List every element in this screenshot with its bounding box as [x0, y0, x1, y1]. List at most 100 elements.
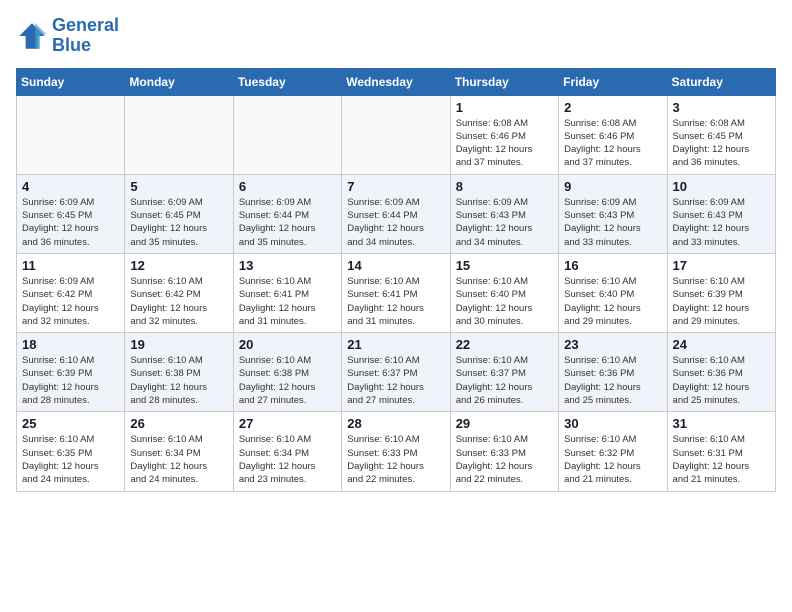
day-number: 16 [564, 258, 661, 273]
day-info: Sunrise: 6:10 AM Sunset: 6:38 PM Dayligh… [239, 354, 336, 407]
day-number: 29 [456, 416, 553, 431]
day-number: 3 [673, 100, 770, 115]
calendar-table: SundayMondayTuesdayWednesdayThursdayFrid… [16, 68, 776, 492]
day-info: Sunrise: 6:10 AM Sunset: 6:31 PM Dayligh… [673, 433, 770, 486]
calendar-cell: 25 Sunrise: 6:10 AM Sunset: 6:35 PM Dayli… [17, 412, 125, 491]
calendar-cell: 4 Sunrise: 6:09 AM Sunset: 6:45 PM Daylig… [17, 174, 125, 253]
calendar-cell: 6 Sunrise: 6:09 AM Sunset: 6:44 PM Daylig… [233, 174, 341, 253]
day-info: Sunrise: 6:08 AM Sunset: 6:46 PM Dayligh… [456, 117, 553, 170]
day-info: Sunrise: 6:10 AM Sunset: 6:41 PM Dayligh… [239, 275, 336, 328]
day-number: 8 [456, 179, 553, 194]
logo-text-general: General [52, 16, 119, 36]
calendar-cell: 19 Sunrise: 6:10 AM Sunset: 6:38 PM Dayli… [125, 333, 233, 412]
day-number: 21 [347, 337, 444, 352]
day-number: 23 [564, 337, 661, 352]
day-number: 30 [564, 416, 661, 431]
day-number: 15 [456, 258, 553, 273]
day-info: Sunrise: 6:10 AM Sunset: 6:36 PM Dayligh… [564, 354, 661, 407]
calendar-cell: 27 Sunrise: 6:10 AM Sunset: 6:34 PM Dayli… [233, 412, 341, 491]
day-number: 31 [673, 416, 770, 431]
day-number: 13 [239, 258, 336, 273]
day-info: Sunrise: 6:08 AM Sunset: 6:45 PM Dayligh… [673, 117, 770, 170]
calendar-cell: 7 Sunrise: 6:09 AM Sunset: 6:44 PM Daylig… [342, 174, 450, 253]
weekday-tuesday: Tuesday [233, 68, 341, 95]
calendar-week-4: 18 Sunrise: 6:10 AM Sunset: 6:39 PM Dayli… [17, 333, 776, 412]
day-number: 19 [130, 337, 227, 352]
day-info: Sunrise: 6:10 AM Sunset: 6:35 PM Dayligh… [22, 433, 119, 486]
day-number: 1 [456, 100, 553, 115]
calendar-cell: 14Sunrise: 6:10 AM Sunset: 6:41 PM Dayli… [342, 253, 450, 332]
day-number: 22 [456, 337, 553, 352]
day-number: 26 [130, 416, 227, 431]
day-info: Sunrise: 6:09 AM Sunset: 6:44 PM Dayligh… [347, 196, 444, 249]
calendar-cell: 8 Sunrise: 6:09 AM Sunset: 6:43 PM Daylig… [450, 174, 558, 253]
calendar-cell [125, 95, 233, 174]
calendar-cell: 3 Sunrise: 6:08 AM Sunset: 6:45 PM Daylig… [667, 95, 775, 174]
day-info: Sunrise: 6:08 AM Sunset: 6:46 PM Dayligh… [564, 117, 661, 170]
day-info: Sunrise: 6:10 AM Sunset: 6:32 PM Dayligh… [564, 433, 661, 486]
calendar-cell: 16 Sunrise: 6:10 AM Sunset: 6:40 PM Dayli… [559, 253, 667, 332]
day-number: 27 [239, 416, 336, 431]
day-info: Sunrise: 6:10 AM Sunset: 6:37 PM Dayligh… [347, 354, 444, 407]
calendar-cell [17, 95, 125, 174]
day-info: Sunrise: 6:09 AM Sunset: 6:45 PM Dayligh… [22, 196, 119, 249]
day-number: 11 [22, 258, 119, 273]
day-number: 18 [22, 337, 119, 352]
day-info: Sunrise: 6:10 AM Sunset: 6:37 PM Dayligh… [456, 354, 553, 407]
day-info: Sunrise: 6:10 AM Sunset: 6:33 PM Dayligh… [456, 433, 553, 486]
calendar-cell [233, 95, 341, 174]
day-info: Sunrise: 6:10 AM Sunset: 6:40 PM Dayligh… [456, 275, 553, 328]
day-number: 10 [673, 179, 770, 194]
day-info: Sunrise: 6:10 AM Sunset: 6:40 PM Dayligh… [564, 275, 661, 328]
calendar-cell: 11Sunrise: 6:09 AM Sunset: 6:42 PM Dayli… [17, 253, 125, 332]
calendar-cell: 26 Sunrise: 6:10 AM Sunset: 6:34 PM Dayli… [125, 412, 233, 491]
day-number: 9 [564, 179, 661, 194]
day-info: Sunrise: 6:10 AM Sunset: 6:33 PM Dayligh… [347, 433, 444, 486]
calendar-cell: 23 Sunrise: 6:10 AM Sunset: 6:36 PM Dayli… [559, 333, 667, 412]
day-number: 20 [239, 337, 336, 352]
day-info: Sunrise: 6:10 AM Sunset: 6:36 PM Dayligh… [673, 354, 770, 407]
calendar-week-3: 11Sunrise: 6:09 AM Sunset: 6:42 PM Dayli… [17, 253, 776, 332]
weekday-thursday: Thursday [450, 68, 558, 95]
day-info: Sunrise: 6:09 AM Sunset: 6:44 PM Dayligh… [239, 196, 336, 249]
calendar-cell: 29 Sunrise: 6:10 AM Sunset: 6:33 PM Dayli… [450, 412, 558, 491]
day-number: 17 [673, 258, 770, 273]
day-info: Sunrise: 6:10 AM Sunset: 6:39 PM Dayligh… [22, 354, 119, 407]
calendar-cell: 15 Sunrise: 6:10 AM Sunset: 6:40 PM Dayli… [450, 253, 558, 332]
weekday-friday: Friday [559, 68, 667, 95]
calendar-cell: 17Sunrise: 6:10 AM Sunset: 6:39 PM Dayli… [667, 253, 775, 332]
day-number: 24 [673, 337, 770, 352]
weekday-wednesday: Wednesday [342, 68, 450, 95]
calendar-cell: 13 Sunrise: 6:10 AM Sunset: 6:41 PM Dayli… [233, 253, 341, 332]
day-info: Sunrise: 6:09 AM Sunset: 6:43 PM Dayligh… [564, 196, 661, 249]
calendar-cell: 5Sunrise: 6:09 AM Sunset: 6:45 PM Daylig… [125, 174, 233, 253]
calendar-cell: 10Sunrise: 6:09 AM Sunset: 6:43 PM Dayli… [667, 174, 775, 253]
weekday-saturday: Saturday [667, 68, 775, 95]
day-number: 14 [347, 258, 444, 273]
day-number: 25 [22, 416, 119, 431]
calendar-cell: 20 Sunrise: 6:10 AM Sunset: 6:38 PM Dayli… [233, 333, 341, 412]
day-number: 12 [130, 258, 227, 273]
day-info: Sunrise: 6:10 AM Sunset: 6:34 PM Dayligh… [130, 433, 227, 486]
weekday-sunday: Sunday [17, 68, 125, 95]
calendar-cell: 21 Sunrise: 6:10 AM Sunset: 6:37 PM Dayli… [342, 333, 450, 412]
calendar-cell: 12 Sunrise: 6:10 AM Sunset: 6:42 PM Dayli… [125, 253, 233, 332]
calendar-cell: 2Sunrise: 6:08 AM Sunset: 6:46 PM Daylig… [559, 95, 667, 174]
day-number: 7 [347, 179, 444, 194]
day-number: 4 [22, 179, 119, 194]
calendar-cell: 22 Sunrise: 6:10 AM Sunset: 6:37 PM Dayli… [450, 333, 558, 412]
logo: General Blue [16, 16, 119, 56]
day-number: 6 [239, 179, 336, 194]
day-info: Sunrise: 6:09 AM Sunset: 6:43 PM Dayligh… [456, 196, 553, 249]
calendar-cell: 18 Sunrise: 6:10 AM Sunset: 6:39 PM Dayli… [17, 333, 125, 412]
calendar-cell: 9 Sunrise: 6:09 AM Sunset: 6:43 PM Daylig… [559, 174, 667, 253]
calendar-header: SundayMondayTuesdayWednesdayThursdayFrid… [17, 68, 776, 95]
calendar-week-1: 1 Sunrise: 6:08 AM Sunset: 6:46 PM Daylig… [17, 95, 776, 174]
day-info: Sunrise: 6:10 AM Sunset: 6:42 PM Dayligh… [130, 275, 227, 328]
calendar-cell [342, 95, 450, 174]
day-info: Sunrise: 6:10 AM Sunset: 6:38 PM Dayligh… [130, 354, 227, 407]
day-info: Sunrise: 6:10 AM Sunset: 6:34 PM Dayligh… [239, 433, 336, 486]
calendar-week-5: 25 Sunrise: 6:10 AM Sunset: 6:35 PM Dayli… [17, 412, 776, 491]
page-header: General Blue [16, 16, 776, 56]
logo-icon [16, 20, 48, 52]
